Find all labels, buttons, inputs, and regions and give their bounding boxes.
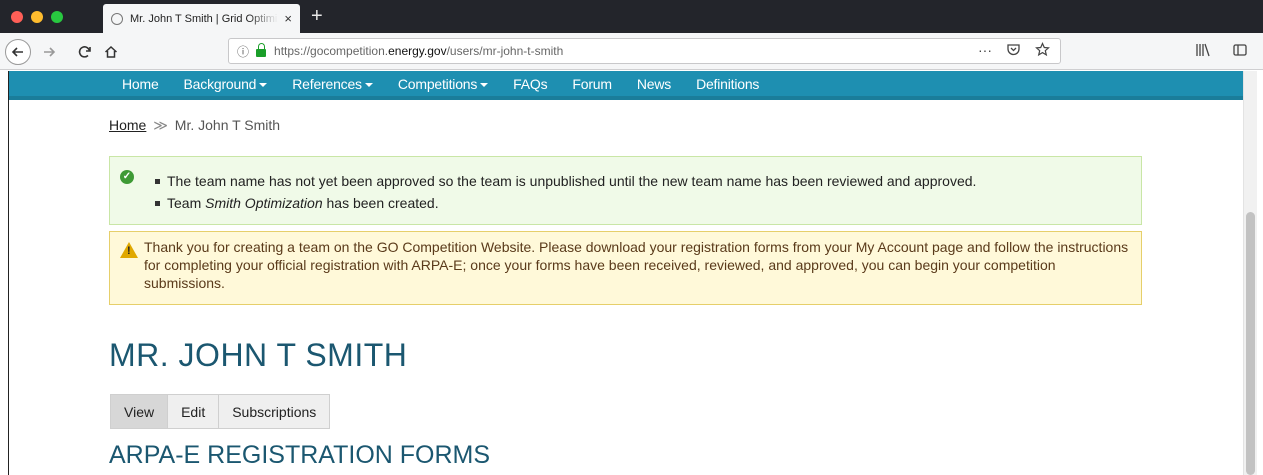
breadcrumb: Home ≫ Mr. John T Smith <box>109 117 280 134</box>
breadcrumb-current: Mr. John T Smith <box>174 117 281 133</box>
tab-view[interactable]: View <box>111 395 169 428</box>
breadcrumb-separator: ≫ <box>153 117 168 133</box>
pocket-icon[interactable] <box>1006 42 1021 60</box>
section-title: ARPA-E REGISTRATION FORMS <box>109 441 491 469</box>
nav-faqs[interactable]: FAQs <box>513 76 547 92</box>
tab-edit[interactable]: Edit <box>168 395 220 428</box>
dropdown-caret-icon <box>364 82 373 87</box>
nav-home[interactable]: Home <box>122 76 159 92</box>
url-text: https://gocompetition.energy.gov/users/m… <box>274 44 564 58</box>
tab-subscriptions[interactable]: Subscriptions <box>219 395 330 428</box>
scrollbar-thumb[interactable] <box>1246 212 1255 475</box>
check-icon: ✓ <box>120 170 134 184</box>
new-tab-button[interactable]: + <box>311 5 323 28</box>
forward-icon[interactable] <box>38 33 60 70</box>
url-bar[interactable]: ⓘ https://gocompetition.energy.gov/users… <box>228 38 1061 64</box>
nav-definitions[interactable]: Definitions <box>696 76 759 92</box>
warning-text: Thank you for creating a team on the GO … <box>144 239 1129 291</box>
reload-icon[interactable] <box>74 33 96 70</box>
sidebar-icon[interactable] <box>1233 43 1247 60</box>
nav-forum[interactable]: Forum <box>572 76 612 92</box>
browser-toolbar: ⓘ https://gocompetition.energy.gov/users… <box>0 33 1263 70</box>
minimize-window-button[interactable] <box>31 11 43 23</box>
breadcrumb-home-link[interactable]: Home <box>109 117 146 133</box>
nav-news[interactable]: News <box>637 76 671 92</box>
maximize-window-button[interactable] <box>51 11 63 23</box>
page-title: MR. JOHN T SMITH <box>109 337 408 373</box>
nav-references[interactable]: References <box>292 76 373 92</box>
lock-icon <box>256 42 267 57</box>
team-name: Smith Optimization <box>205 195 323 211</box>
nav-competitions[interactable]: Competitions <box>398 76 489 92</box>
library-icon[interactable] <box>1195 43 1211 60</box>
browser-tab-strip: Mr. John T Smith | Grid Optimiza × + <box>0 0 1263 33</box>
status-item: Team Smith Optimization has been created… <box>155 192 976 214</box>
site-info-icon[interactable]: ⓘ <box>237 43 249 60</box>
status-list: The team name has not yet been approved … <box>155 170 976 214</box>
site-navigation: Home Background References Competitions … <box>9 71 1243 100</box>
status-message: ✓ The team name has not yet been approve… <box>109 156 1142 225</box>
bookmark-star-icon[interactable] <box>1035 42 1050 60</box>
status-item: The team name has not yet been approved … <box>155 170 976 192</box>
browser-tab[interactable]: Mr. John T Smith | Grid Optimiza × <box>103 4 300 33</box>
home-icon[interactable] <box>100 33 122 70</box>
back-icon[interactable] <box>5 39 31 65</box>
page-viewport: Home Background References Competitions … <box>0 71 1263 475</box>
page-tabs: View Edit Subscriptions <box>110 394 331 429</box>
close-window-button[interactable] <box>11 11 23 23</box>
warning-message: ! Thank you for creating a team on the G… <box>109 231 1142 305</box>
warning-icon: ! <box>120 242 138 258</box>
dropdown-caret-icon <box>259 82 268 87</box>
tab-title: Mr. John T Smith | Grid Optimiza <box>130 12 279 25</box>
page-actions-icon[interactable]: ··· <box>978 42 992 60</box>
favicon-icon <box>111 12 123 25</box>
tab-close-icon[interactable]: × <box>284 11 292 26</box>
viewport-border <box>8 71 9 475</box>
dropdown-caret-icon <box>480 82 489 87</box>
nav-background[interactable]: Background <box>184 76 268 92</box>
